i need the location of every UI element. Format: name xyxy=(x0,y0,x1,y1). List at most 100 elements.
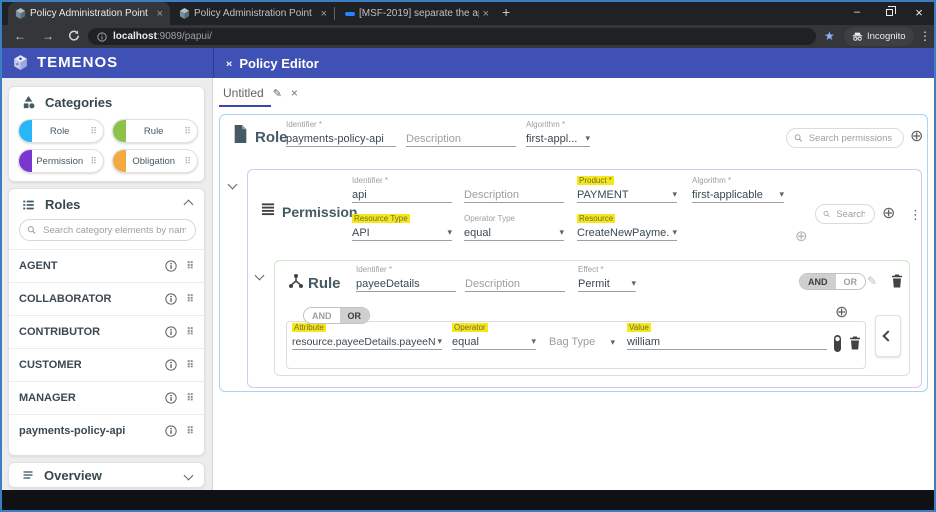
category-search-input[interactable] xyxy=(41,224,188,237)
role-list-item[interactable]: CONTRIBUTOR ⠿ xyxy=(9,315,204,348)
info-icon[interactable] xyxy=(165,326,177,338)
role-identifier-input[interactable] xyxy=(286,133,396,145)
role-identifier-field[interactable]: Identifier * xyxy=(286,120,396,147)
toggle-or[interactable]: OR xyxy=(340,308,370,323)
browser-tab-3[interactable]: [MSF-2019] separate the api and × xyxy=(338,2,496,25)
drag-handle-icon[interactable]: ⠿ xyxy=(186,426,194,437)
condition-bag-type-select[interactable]: Bag Type▾ xyxy=(549,323,615,350)
info-icon[interactable] xyxy=(165,293,177,305)
window-restore-button[interactable] xyxy=(874,0,904,24)
tab-close-icon[interactable]: × xyxy=(483,8,489,20)
category-chip-rule[interactable]: Rule ⠿ xyxy=(112,119,198,143)
delete-rule-icon[interactable] xyxy=(891,274,903,288)
condition-value-input[interactable] xyxy=(627,336,827,348)
category-chip-permission[interactable]: Permission ⠿ xyxy=(18,149,104,173)
permission-resource-type-select[interactable]: Resource Type API▾ xyxy=(352,214,452,241)
rule-search[interactable] xyxy=(815,204,875,224)
incognito-label: Incognito xyxy=(867,31,906,42)
add-rule-icon[interactable]: ⊕ xyxy=(882,206,895,222)
drag-handle-icon[interactable]: ⠿ xyxy=(186,327,194,338)
policy-tab-untitled[interactable]: Untitled ✎ × xyxy=(223,86,298,100)
role-list-item[interactable]: CUSTOMER ⠿ xyxy=(9,348,204,381)
close-icon[interactable]: × xyxy=(291,86,298,100)
category-chip-obligation[interactable]: Obligation ⠿ xyxy=(112,149,198,173)
drag-handle-icon[interactable]: ⠿ xyxy=(184,126,197,137)
permission-identifier-field[interactable]: Identifier * xyxy=(352,176,452,203)
drag-handle-icon[interactable]: ⠿ xyxy=(184,156,197,167)
permission-search[interactable] xyxy=(786,128,904,148)
browser-tab-1[interactable]: Policy Administration Point × xyxy=(8,2,170,25)
category-search[interactable] xyxy=(19,219,196,241)
info-icon[interactable] xyxy=(165,425,177,437)
add-condition-icon[interactable]: ⊕ xyxy=(835,305,848,321)
role-list-item[interactable]: AGENT ⠿ xyxy=(9,249,204,282)
permission-identifier-input[interactable] xyxy=(352,189,452,201)
rule-description-input[interactable] xyxy=(465,278,565,290)
tab-close-icon[interactable]: × xyxy=(321,8,327,20)
collapse-permission-icon[interactable] xyxy=(228,180,238,190)
permission-product-select[interactable]: Product * PAYMENT▾ xyxy=(577,176,677,203)
permission-search-input[interactable] xyxy=(807,132,896,145)
role-description-field[interactable] xyxy=(406,120,516,147)
roles-header[interactable]: Roles xyxy=(9,189,204,216)
drag-handle-icon[interactable]: ⠿ xyxy=(90,156,103,167)
forward-icon[interactable]: → xyxy=(42,29,54,43)
role-description-input[interactable] xyxy=(406,133,516,145)
overview-card[interactable]: Overview xyxy=(8,462,205,488)
permission-resource-select[interactable]: Resource CreateNewPayme...▾ xyxy=(577,214,677,241)
drag-handle-icon[interactable]: ⠿ xyxy=(186,360,194,371)
collapse-panel-icon[interactable]: ›‹ xyxy=(226,58,231,70)
chevron-down-icon[interactable] xyxy=(184,470,194,480)
permission-algorithm-select[interactable]: Algorithm * first-applicable▾ xyxy=(692,176,784,203)
info-icon[interactable] xyxy=(165,392,177,404)
browser-tab-2[interactable]: Policy Administration Point × xyxy=(172,2,334,25)
role-list-item[interactable]: MANAGER ⠿ xyxy=(9,381,204,414)
chevron-up-icon[interactable] xyxy=(184,200,194,210)
collapse-rule-icon[interactable] xyxy=(255,271,265,281)
rule-search-input[interactable] xyxy=(834,208,867,221)
role-list-item[interactable]: COLLABORATOR ⠿ xyxy=(9,282,204,315)
drag-handle-icon[interactable]: ⠿ xyxy=(186,294,194,305)
new-tab-button[interactable]: + xyxy=(502,4,510,20)
rule-and-or-toggle[interactable]: AND OR xyxy=(799,273,866,290)
role-algorithm-select[interactable]: Algorithm * first-appl...▾ xyxy=(526,120,590,147)
permission-menu-icon[interactable]: ⋮ xyxy=(909,207,922,223)
toggle-and[interactable]: AND xyxy=(800,274,836,289)
tab-close-icon[interactable]: × xyxy=(157,8,163,20)
rule-identifier-input[interactable] xyxy=(356,278,456,290)
category-chip-role[interactable]: Role ⠿ xyxy=(18,119,104,143)
drag-handle-icon[interactable]: ⠿ xyxy=(186,261,194,272)
condition-value-field[interactable]: Value xyxy=(627,323,827,350)
back-icon[interactable]: ← xyxy=(14,29,26,43)
page-info-icon[interactable] xyxy=(97,32,107,42)
reload-icon[interactable] xyxy=(68,30,80,42)
rule-description-field[interactable] xyxy=(465,265,565,292)
condition-and-or-toggle[interactable]: AND OR xyxy=(303,307,370,324)
browser-menu-icon[interactable]: ⋮ xyxy=(919,29,931,43)
toggle-and[interactable]: AND xyxy=(304,308,340,323)
permission-description-field[interactable] xyxy=(464,176,564,203)
add-icon[interactable]: ⊕ xyxy=(795,229,808,244)
drag-handle-icon[interactable]: ⠿ xyxy=(90,126,103,137)
rule-identifier-field[interactable]: Identifier * xyxy=(356,265,456,292)
edit-rule-icon[interactable]: ✎ xyxy=(867,274,877,288)
edit-icon[interactable]: ✎ xyxy=(273,87,282,100)
delete-condition-icon[interactable] xyxy=(849,336,861,350)
address-bar[interactable]: localhost:9089/papui/ xyxy=(88,28,816,45)
info-icon[interactable] xyxy=(165,260,177,272)
info-icon[interactable] xyxy=(165,359,177,371)
collapse-condition-button[interactable] xyxy=(875,315,901,357)
rule-effect-select[interactable]: Effect * Permit▾ xyxy=(578,265,636,292)
bookmark-star-icon[interactable]: ★ xyxy=(824,29,835,43)
toggle-value-icon[interactable] xyxy=(833,334,842,353)
permission-operator-type-select[interactable]: Operator Type equal▾ xyxy=(464,214,564,241)
drag-handle-icon[interactable]: ⠿ xyxy=(186,393,194,404)
toggle-or[interactable]: OR xyxy=(836,274,866,289)
window-close-button[interactable]: × xyxy=(904,0,934,24)
permission-description-input[interactable] xyxy=(464,189,564,201)
condition-attribute-select[interactable]: Attribute resource.payeeDetails.payeeN..… xyxy=(292,323,442,350)
condition-operator-select[interactable]: Operator equal▾ xyxy=(452,323,536,350)
window-minimize-button[interactable]: – xyxy=(842,0,872,24)
role-list-item[interactable]: payments-policy-api ⠿ xyxy=(9,414,204,447)
add-permission-icon[interactable]: ⊕ xyxy=(910,129,923,145)
